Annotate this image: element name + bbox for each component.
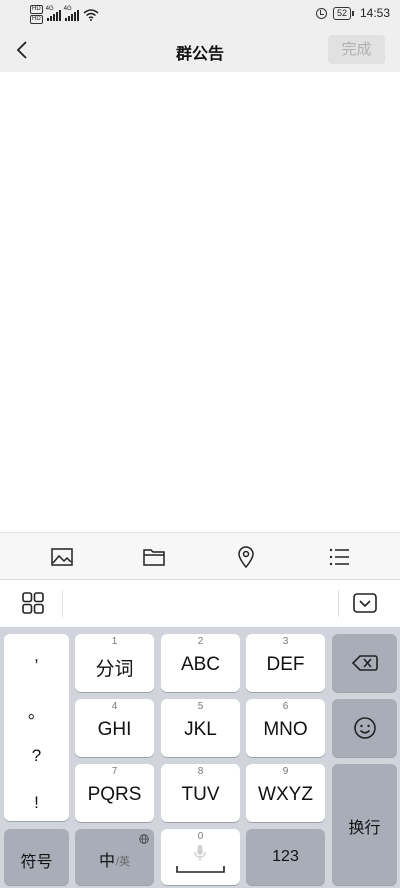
wifi-icon	[83, 8, 99, 21]
status-right: 52 14:53	[315, 6, 390, 20]
divider	[62, 590, 63, 617]
lang-alt-label: /英	[116, 856, 131, 868]
key-4[interactable]: 4 GHI	[75, 699, 154, 757]
nav-header: 群公告 完成	[0, 28, 400, 72]
space-bar-icon	[176, 866, 225, 873]
key-7[interactable]: 7 PQRS	[75, 764, 154, 822]
location-icon[interactable]	[234, 545, 258, 569]
enter-key[interactable]: 换行	[332, 764, 397, 885]
key-number: 4	[111, 701, 118, 712]
punct-question[interactable]: ?	[4, 746, 69, 766]
keyboard: , 。 ? ! 1 分词 2 ABC 3 DEF 4 GHI 5 JKL 6 M…	[0, 627, 400, 888]
numbers-label: 123	[272, 848, 299, 865]
key-number: 6	[282, 701, 289, 712]
space-number: 0	[197, 831, 204, 842]
key-label: 分词	[95, 659, 134, 680]
key-number: 9	[282, 766, 289, 777]
key-9[interactable]: 9 WXYZ	[246, 764, 325, 822]
hd-badge-1: HD	[30, 5, 43, 14]
network-type-2: 4G	[63, 5, 72, 12]
enter-label: 换行	[348, 820, 381, 837]
attachment-toolbar	[0, 532, 400, 580]
key-number: 8	[197, 766, 204, 777]
key-label: ABC	[180, 654, 221, 675]
backspace-icon	[352, 655, 378, 671]
key-label: JKL	[184, 719, 217, 740]
key-5[interactable]: 5 JKL	[161, 699, 240, 757]
backspace-key[interactable]	[332, 634, 397, 692]
lang-main-label: 中	[99, 853, 116, 870]
status-bar: HD HD 4G 4G 52 14:53	[0, 0, 400, 28]
clock: 14:53	[359, 6, 390, 20]
key-label: PQRS	[87, 784, 142, 805]
key-8[interactable]: 8 TUV	[161, 764, 240, 822]
emoji-key[interactable]	[332, 699, 397, 757]
key-number: 5	[197, 701, 204, 712]
key-number: 7	[111, 766, 118, 777]
hd-badge-2: HD	[30, 15, 43, 24]
microphone-icon	[194, 845, 206, 861]
key-label: MNO	[263, 719, 308, 740]
key-2[interactable]: 2 ABC	[161, 634, 240, 692]
space-key[interactable]: 0	[161, 829, 240, 885]
hd-indicators: HD HD	[30, 5, 43, 24]
key-3[interactable]: 3 DEF	[246, 634, 325, 692]
key-number: 1	[111, 636, 118, 647]
punctuation-column: , 。 ? !	[4, 634, 69, 821]
hide-keyboard-icon[interactable]	[352, 591, 378, 615]
punct-exclamation[interactable]: !	[4, 793, 69, 813]
image-icon[interactable]	[50, 545, 74, 569]
globe-icon	[139, 834, 149, 844]
keyboard-top-bar	[0, 580, 400, 627]
signal-icon-1: 4G	[45, 5, 61, 21]
symbols-label: 符号	[20, 854, 53, 871]
key-number: 2	[197, 636, 204, 647]
list-icon[interactable]	[327, 545, 351, 569]
status-left: HD HD 4G 4G	[30, 5, 99, 24]
network-type-1: 4G	[45, 5, 54, 12]
key-6[interactable]: 6 MNO	[246, 699, 325, 757]
key-number: 3	[282, 636, 289, 647]
grid-menu-icon[interactable]	[21, 591, 45, 615]
key-label: DEF	[266, 654, 305, 675]
done-button[interactable]: 完成	[328, 35, 385, 64]
divider	[338, 590, 339, 617]
punct-comma[interactable]: ,	[4, 646, 69, 666]
key-label: TUV	[181, 784, 220, 805]
battery-level: 52	[332, 6, 351, 20]
language-switch-key[interactable]: 中 /英	[75, 829, 154, 885]
emoji-smile-icon	[354, 717, 376, 739]
key-label: WXYZ	[258, 784, 313, 805]
numbers-key[interactable]: 123	[246, 829, 325, 885]
symbols-key[interactable]: 符号	[4, 829, 69, 885]
key-label: GHI	[97, 719, 132, 740]
announcement-text-area[interactable]	[0, 72, 400, 532]
battery-icon: 52	[332, 6, 354, 20]
signal-icon-2: 4G	[63, 5, 79, 21]
key-1[interactable]: 1 分词	[75, 634, 154, 692]
folder-icon[interactable]	[142, 545, 166, 569]
alarm-icon	[315, 7, 327, 19]
punct-period[interactable]: 。	[4, 698, 69, 723]
